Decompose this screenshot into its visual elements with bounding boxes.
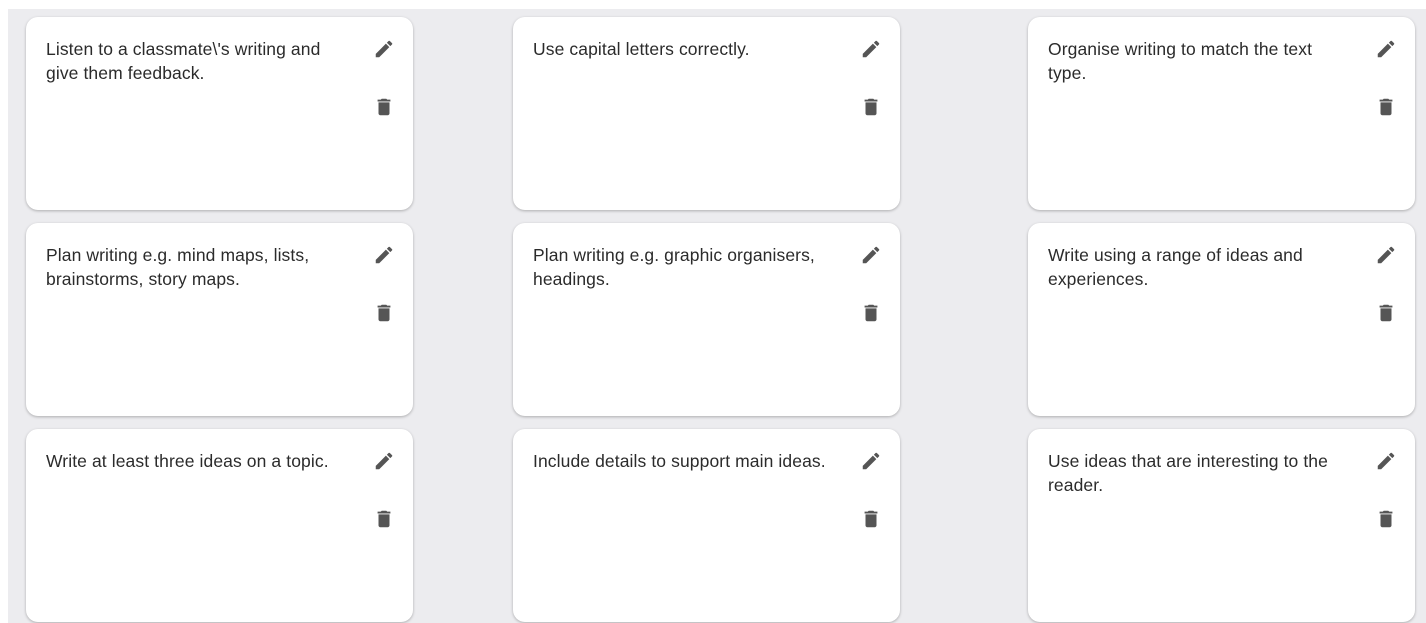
delete-button[interactable]: [369, 504, 399, 534]
edit-button[interactable]: [856, 240, 886, 270]
pencil-icon: [1377, 246, 1395, 264]
pencil-icon: [375, 40, 393, 58]
goal-card-text: Use capital letters correctly.: [533, 39, 750, 59]
goal-card: Plan writing e.g. graphic organisers, he…: [513, 223, 900, 416]
goal-card: Include details to support main ideas.: [513, 429, 900, 622]
pencil-icon: [862, 40, 880, 58]
trash-icon: [1379, 510, 1393, 528]
delete-button[interactable]: [369, 298, 399, 328]
goal-card-text: Write using a range of ideas and experie…: [1048, 245, 1303, 289]
pencil-icon: [862, 452, 880, 470]
trash-icon: [377, 510, 391, 528]
goal-card-text: Write at least three ideas on a topic.: [46, 451, 329, 471]
edit-button[interactable]: [856, 34, 886, 64]
goal-card-text: Use ideas that are interesting to the re…: [1048, 451, 1328, 495]
pencil-icon: [862, 246, 880, 264]
trash-icon: [864, 304, 878, 322]
goal-card: Use capital letters correctly.: [513, 17, 900, 210]
delete-button[interactable]: [856, 298, 886, 328]
edit-button[interactable]: [369, 446, 399, 476]
edit-button[interactable]: [1371, 34, 1401, 64]
delete-button[interactable]: [1371, 504, 1401, 534]
delete-button[interactable]: [369, 92, 399, 122]
trash-icon: [1379, 304, 1393, 322]
goal-card-text: Plan writing e.g. mind maps, lists, brai…: [46, 245, 310, 289]
goal-card: Organise writing to match the text type.: [1028, 17, 1415, 210]
trash-icon: [377, 98, 391, 116]
edit-button[interactable]: [1371, 446, 1401, 476]
goal-card: Write using a range of ideas and experie…: [1028, 223, 1415, 416]
delete-button[interactable]: [856, 92, 886, 122]
goal-card: Use ideas that are interesting to the re…: [1028, 429, 1415, 622]
delete-button[interactable]: [856, 504, 886, 534]
trash-icon: [1379, 98, 1393, 116]
edit-button[interactable]: [1371, 240, 1401, 270]
edit-button[interactable]: [856, 446, 886, 476]
goal-card: Listen to a classmate\'s writing and giv…: [26, 17, 413, 210]
pencil-icon: [1377, 452, 1395, 470]
goal-card-text: Include details to support main ideas.: [533, 451, 826, 471]
trash-icon: [377, 304, 391, 322]
delete-button[interactable]: [1371, 92, 1401, 122]
goal-card-text: Plan writing e.g. graphic organisers, he…: [533, 245, 815, 289]
edit-button[interactable]: [369, 240, 399, 270]
trash-icon: [864, 98, 878, 116]
pencil-icon: [375, 246, 393, 264]
edit-button[interactable]: [369, 34, 399, 64]
pencil-icon: [1377, 40, 1395, 58]
goal-card-text: Listen to a classmate\'s writing and giv…: [46, 39, 321, 83]
goal-card: Plan writing e.g. mind maps, lists, brai…: [26, 223, 413, 416]
goal-card-text: Organise writing to match the text type.: [1048, 39, 1313, 83]
card-board: Listen to a classmate\'s writing and giv…: [8, 9, 1426, 623]
goal-card: Write at least three ideas on a topic.: [26, 429, 413, 622]
delete-button[interactable]: [1371, 298, 1401, 328]
pencil-icon: [375, 452, 393, 470]
trash-icon: [864, 510, 878, 528]
